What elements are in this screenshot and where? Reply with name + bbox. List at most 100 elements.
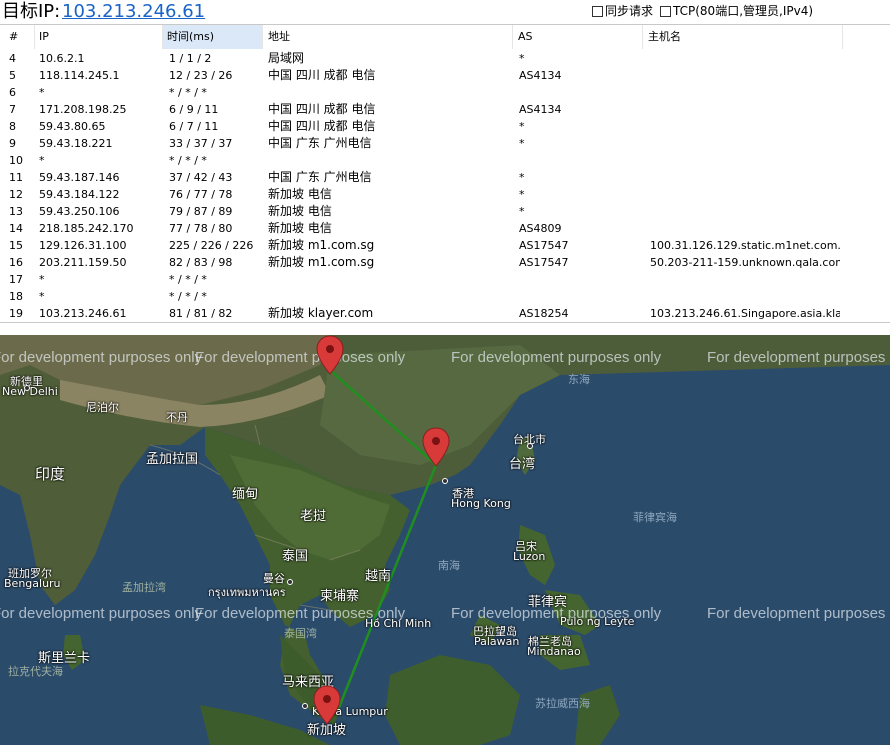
- hop-address: 新加坡 klayer.com: [268, 306, 374, 320]
- hop-time: 6 / 9 / 11: [169, 103, 219, 116]
- target-ip-link[interactable]: 103.213.246.61: [62, 0, 205, 24]
- traceroute-table: # IP 时间(ms) 地址 AS 主机名 4 10.6.2.1 1 / 1 / 2…: [0, 24, 890, 323]
- table-row[interactable]: 14 218.185.242.170 77 / 78 / 80 新加坡 电信 AS480…: [0, 220, 890, 237]
- city-dot: [24, 385, 30, 391]
- sync-request-checkbox[interactable]: 同步请求: [592, 3, 653, 19]
- hop-number: 5: [9, 69, 16, 82]
- label-bhutan: 不丹: [166, 411, 188, 424]
- hop-address: [268, 152, 513, 169]
- label-pulong-leyte: Pulo ng Leyte: [560, 615, 635, 628]
- sync-request-label: 同步请求: [605, 4, 654, 18]
- table-row[interactable]: 5 118.114.245.1 12 / 23 / 26 中国 四川 成都 电信 AS4…: [0, 67, 890, 84]
- hop-hostname: 50.203-211-159.unknown.qala.com.sg: [650, 256, 840, 269]
- hop-number: 17: [9, 273, 23, 286]
- column-header-as[interactable]: AS: [514, 25, 643, 49]
- label-cambodia: 柬埔寨: [320, 589, 360, 604]
- hop-number: 11: [9, 171, 23, 184]
- label-palawan: Palawan: [474, 635, 520, 648]
- column-header-time[interactable]: 时间(ms): [163, 25, 263, 49]
- checkbox-icon[interactable]: [592, 5, 603, 17]
- hop-time: 76 / 77 / 78: [169, 188, 233, 201]
- column-header-hostname[interactable]: 主机名: [644, 25, 843, 49]
- label-myanmar: 缅甸: [232, 487, 259, 502]
- hop-hostname: [650, 169, 840, 186]
- city-dot: [442, 478, 448, 484]
- hop-as: [519, 271, 643, 288]
- table-header: # IP 时间(ms) 地址 AS 主机名: [0, 25, 890, 49]
- table-row[interactable]: 8 59.43.80.65 6 / 7 / 11 中国 四川 成都 电信 *: [0, 118, 890, 135]
- hop-as: *: [519, 120, 525, 133]
- hop-as: AS17547: [519, 256, 569, 269]
- hop-number: 12: [9, 188, 23, 201]
- label-luzon: Luzon: [513, 550, 546, 563]
- hop-as: [519, 152, 643, 169]
- hop-ip: *: [39, 290, 45, 303]
- tcp-label: TCP(80端口,管理员,IPv4): [673, 4, 814, 18]
- map-pin-singapore-icon[interactable]: [313, 685, 341, 725]
- hop-time: 33 / 37 / 37: [169, 137, 233, 150]
- hop-number: 7: [9, 103, 16, 116]
- hop-ip: 103.213.246.61: [39, 307, 127, 320]
- table-row[interactable]: 18 * * / * / *: [0, 288, 890, 305]
- hop-time: 225 / 226 / 226: [169, 239, 254, 252]
- hop-ip: 59.43.250.106: [39, 205, 120, 218]
- target-label: 目标IP:: [2, 1, 61, 22]
- watermark: For development purposes only: [707, 349, 890, 366]
- hop-as: AS17547: [519, 239, 569, 252]
- table-row[interactable]: 17 * * / * / *: [0, 271, 890, 288]
- watermark: For development purposes only: [707, 605, 890, 622]
- label-mindanao: Mindanao: [527, 645, 581, 658]
- column-header-ip[interactable]: IP: [35, 25, 163, 49]
- hop-hostname: [650, 135, 840, 152]
- route-map[interactable]: For development purposes only For develo…: [0, 335, 890, 745]
- tcp-checkbox[interactable]: TCP(80端口,管理员,IPv4): [660, 3, 813, 19]
- table-row[interactable]: 10 * * / * / *: [0, 152, 890, 169]
- label-vietnam: 越南: [365, 569, 392, 584]
- label-bangladesh: 孟加拉国: [146, 452, 199, 467]
- hop-address: 局域网: [268, 51, 305, 65]
- hop-hostname: [650, 186, 840, 203]
- table-row[interactable]: 19 103.213.246.61 81 / 81 / 82 新加坡 klayer.c…: [0, 305, 890, 322]
- hop-address: 中国 广东 广州电信: [268, 170, 372, 184]
- label-east-sea: 东海: [568, 373, 590, 386]
- label-thailand: 泰国: [282, 549, 309, 564]
- hop-address: 新加坡 电信: [268, 204, 332, 218]
- hop-ip: 129.126.31.100: [39, 239, 127, 252]
- hop-hostname: [650, 84, 840, 101]
- hop-as: AS4134: [519, 103, 562, 116]
- checkbox-icon[interactable]: [660, 5, 671, 17]
- table-row[interactable]: 7 171.208.198.25 6 / 9 / 11 中国 四川 成都 电信 AS41…: [0, 101, 890, 118]
- hop-ip: 171.208.198.25: [39, 103, 127, 116]
- hop-as: AS18254: [519, 307, 569, 320]
- hop-ip: *: [39, 154, 45, 167]
- map-pin-guangzhou-icon[interactable]: [422, 427, 450, 467]
- hop-time: 6 / 7 / 11: [169, 120, 219, 133]
- table-row[interactable]: 16 203.211.159.50 82 / 83 / 98 新加坡 m1.com.s…: [0, 254, 890, 271]
- table-row[interactable]: 12 59.43.184.122 76 / 77 / 78 新加坡 电信 *: [0, 186, 890, 203]
- hop-hostname: [650, 67, 840, 84]
- hop-time: 82 / 83 / 98: [169, 256, 233, 269]
- label-india: 印度: [35, 465, 66, 483]
- watermark: For development purposes only: [0, 605, 203, 622]
- hop-number: 6: [9, 86, 16, 99]
- label-celebes-sea: 苏拉威西海: [535, 697, 590, 710]
- hop-hostname: [650, 288, 840, 305]
- table-row[interactable]: 13 59.43.250.106 79 / 87 / 89 新加坡 电信 *: [0, 203, 890, 220]
- city-dot: [287, 579, 293, 585]
- hop-hostname: [650, 203, 840, 220]
- watermark: For development purposes only: [451, 349, 662, 366]
- hop-ip: 59.43.80.65: [39, 120, 106, 133]
- table-row[interactable]: 15 129.126.31.100 225 / 226 / 226 新加坡 m1.co…: [0, 237, 890, 254]
- table-row[interactable]: 4 10.6.2.1 1 / 1 / 2 局域网 *: [0, 50, 890, 67]
- hop-address: 中国 广东 广州电信: [268, 136, 372, 150]
- table-row[interactable]: 6 * * / * / *: [0, 84, 890, 101]
- hop-hostname: 103.213.246.61.Singapore.asia.klay...: [650, 307, 840, 320]
- label-south-sea: 南海: [438, 559, 460, 572]
- map-pin-chengdu-icon[interactable]: [316, 335, 344, 375]
- city-dot: [302, 703, 308, 709]
- table-row[interactable]: 11 59.43.187.146 37 / 42 / 43 中国 广东 广州电信 *: [0, 169, 890, 186]
- hop-as: *: [519, 137, 525, 150]
- column-header-number[interactable]: #: [5, 25, 35, 49]
- column-header-address[interactable]: 地址: [264, 25, 513, 49]
- table-row[interactable]: 9 59.43.18.221 33 / 37 / 37 中国 广东 广州电信 *: [0, 135, 890, 152]
